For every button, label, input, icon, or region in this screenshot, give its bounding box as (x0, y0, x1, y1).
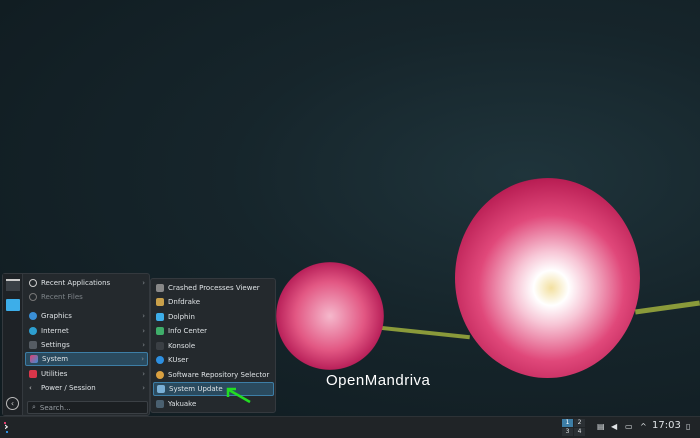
user-icon (156, 356, 164, 364)
chevron-right-icon: › (141, 355, 144, 363)
wallpaper-stem-right (634, 300, 700, 315)
system-icon (30, 355, 38, 363)
menu-item-power-session[interactable]: ‹ Power / Session › (25, 381, 148, 395)
chevron-left-icon: ‹ (29, 384, 32, 392)
wallpaper-stem (370, 324, 470, 340)
clock-icon (29, 279, 37, 287)
chevron-right-icon: › (142, 312, 145, 320)
clock[interactable]: 17:03 (652, 420, 681, 431)
desktop-2[interactable]: 2 (574, 419, 585, 427)
submenu-item-crashed-processes-viewer[interactable]: Crashed Processes Viewer (153, 281, 274, 295)
openmandriva-logo: OpenMandriva (326, 372, 431, 389)
info-center-icon (156, 327, 164, 335)
dolphin-folder-icon[interactable] (6, 299, 20, 311)
globe-icon (29, 327, 37, 335)
application-launcher-button[interactable]: › (4, 420, 18, 436)
menu-item-system[interactable]: System › (25, 352, 148, 366)
yakuake-icon (156, 400, 164, 408)
favorites-strip: ‹ (3, 274, 23, 415)
submenu-item-info-center[interactable]: Info Center (153, 324, 274, 338)
system-settings-icon[interactable] (6, 279, 20, 291)
display-icon[interactable]: ▭ (625, 422, 633, 431)
chevron-up-icon[interactable]: ^ (640, 422, 647, 431)
volume-icon[interactable]: ◀ (611, 422, 617, 431)
menu-item-utilities[interactable]: Utilities › (25, 367, 148, 381)
graphics-icon (29, 312, 37, 320)
menu-item-recent-files[interactable]: Recent Files (25, 290, 148, 304)
application-launcher-menu: ‹ Recent Applications › Recent Files Grap… (2, 273, 150, 416)
folder-icon (156, 313, 164, 321)
menu-item-recent-applications[interactable]: Recent Applications › (25, 276, 148, 290)
settings-icon (29, 341, 37, 349)
system-submenu: Crashed Processes Viewer Dnfdrake Dolphi… (150, 278, 276, 413)
green-arrow-annotation (226, 387, 251, 404)
crash-icon (156, 284, 164, 292)
chevron-right-icon: › (142, 341, 145, 349)
chevron-right-icon: › (142, 279, 145, 287)
desktop-4[interactable]: 4 (574, 428, 585, 436)
repository-icon (156, 371, 164, 379)
system-update-icon (157, 385, 165, 393)
utilities-icon (29, 370, 37, 378)
submenu-item-yakuake[interactable]: Yakuake (153, 397, 274, 411)
terminal-icon (156, 342, 164, 350)
menu-item-internet[interactable]: Internet › (25, 324, 148, 338)
clock-icon (29, 293, 37, 301)
desktop-1[interactable]: 1 (562, 419, 573, 427)
chevron-right-icon: › (142, 384, 145, 392)
submenu-item-software-repository-selector[interactable]: Software Repository Selector (153, 368, 274, 382)
clipboard-icon[interactable]: ▤ (597, 422, 605, 431)
search-icon: ⌕ (32, 403, 36, 411)
package-icon (156, 298, 164, 306)
chevron-right-icon: › (142, 327, 145, 335)
virtual-desktop-pager[interactable]: 1 2 3 4 (562, 419, 585, 436)
wallpaper-flower-small (276, 262, 384, 370)
search-input[interactable]: ⌕ Search... (27, 401, 148, 414)
menu-item-graphics[interactable]: Graphics › (25, 309, 148, 323)
desktop-3[interactable]: 3 (562, 428, 573, 436)
submenu-item-dnfdrake[interactable]: Dnfdrake (153, 295, 274, 309)
taskbar: › 1 2 3 4 ▤ ◀ ▭ ^ 17:03 ▯ (0, 416, 700, 438)
menu-item-settings[interactable]: Settings › (25, 338, 148, 352)
back-icon[interactable]: ‹ (6, 397, 19, 410)
trash-icon[interactable]: ▯ (686, 422, 690, 431)
chevron-right-icon: › (142, 370, 145, 378)
submenu-item-konsole[interactable]: Konsole (153, 339, 274, 353)
wallpaper-flower-large (455, 178, 640, 378)
submenu-item-system-update[interactable]: System Update (153, 382, 274, 396)
submenu-item-dolphin[interactable]: Dolphin (153, 310, 274, 324)
submenu-item-kuser[interactable]: KUser (153, 353, 274, 367)
